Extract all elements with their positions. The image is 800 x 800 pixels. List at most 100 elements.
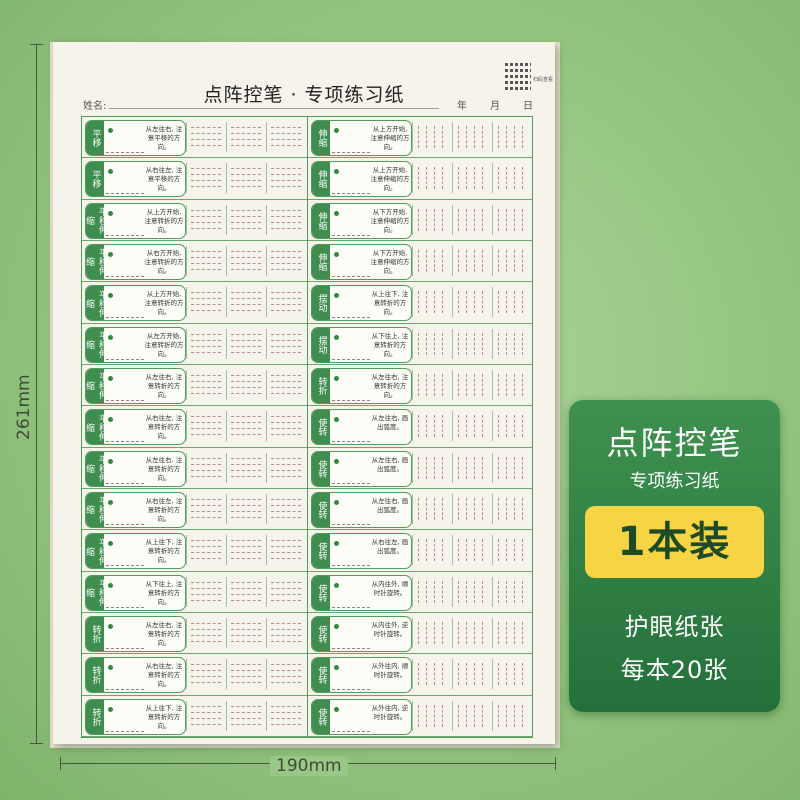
tracing-cell[interactable]: [266, 204, 305, 235]
dotted-guide-line: [474, 249, 475, 272]
tracing-cell[interactable]: [452, 122, 491, 152]
tracing-cell[interactable]: [266, 452, 305, 483]
dotted-guide-line: [231, 717, 261, 719]
tracing-cell[interactable]: [452, 617, 491, 648]
tracing-cell[interactable]: [186, 369, 225, 400]
tracing-cell[interactable]: [492, 452, 531, 483]
tracing-cell[interactable]: [226, 659, 265, 690]
tracing-cell[interactable]: [412, 700, 451, 731]
tracing-cell[interactable]: [266, 617, 305, 648]
dotted-guide-line: [434, 415, 435, 438]
tracing-cell[interactable]: [266, 700, 305, 731]
tracing-cell[interactable]: [226, 452, 265, 483]
tracing-cell[interactable]: [266, 122, 305, 152]
tracing-cell[interactable]: [492, 411, 531, 442]
tracing-cell[interactable]: [492, 245, 531, 276]
tracing-cell[interactable]: [186, 122, 225, 152]
tracing-cell[interactable]: [492, 163, 531, 194]
tracing-cell[interactable]: [186, 493, 225, 524]
tracing-cell[interactable]: [186, 328, 225, 359]
tracing-cell[interactable]: [452, 452, 491, 483]
tracing-cell[interactable]: [452, 576, 491, 607]
tracing-cell[interactable]: [186, 535, 225, 566]
tracing-cell[interactable]: [492, 287, 531, 318]
tracing-cell[interactable]: [452, 328, 491, 359]
tracing-cells: [412, 241, 533, 281]
tracing-cell[interactable]: [226, 328, 265, 359]
tracing-cell[interactable]: [186, 617, 225, 648]
tracing-cell[interactable]: [452, 493, 491, 524]
tracing-cell[interactable]: [226, 369, 265, 400]
tracing-cell[interactable]: [266, 659, 305, 690]
tracing-cell[interactable]: [412, 535, 451, 566]
tracing-cell[interactable]: [452, 163, 491, 194]
tracing-cell[interactable]: [412, 204, 451, 235]
tracing-cell[interactable]: [412, 411, 451, 442]
tracing-cell[interactable]: [186, 204, 225, 235]
tracing-cell[interactable]: [492, 122, 531, 152]
tracing-cell[interactable]: [452, 659, 491, 690]
tracing-cell[interactable]: [226, 287, 265, 318]
tracing-cell[interactable]: [492, 535, 531, 566]
tracing-cell[interactable]: [226, 204, 265, 235]
tracing-cell[interactable]: [186, 163, 225, 194]
tracing-cell[interactable]: [226, 493, 265, 524]
tracing-cell[interactable]: [412, 452, 451, 483]
tracing-cell[interactable]: [492, 493, 531, 524]
stroke-demo-icon: [332, 661, 370, 691]
tracing-cell[interactable]: [412, 369, 451, 400]
tracing-cell[interactable]: [186, 576, 225, 607]
tracing-cell[interactable]: [412, 493, 451, 524]
tracing-cell[interactable]: [186, 287, 225, 318]
tracing-cell[interactable]: [266, 369, 305, 400]
tracing-cell[interactable]: [452, 700, 491, 731]
tracing-cell[interactable]: [186, 452, 225, 483]
tracing-cell[interactable]: [226, 411, 265, 442]
tracing-cell[interactable]: [412, 659, 451, 690]
tracing-cell[interactable]: [452, 411, 491, 442]
tracing-cell[interactable]: [266, 245, 305, 276]
tracing-cell[interactable]: [186, 411, 225, 442]
tracing-cell[interactable]: [186, 700, 225, 731]
tracing-cell[interactable]: [492, 328, 531, 359]
tracing-cell[interactable]: [226, 122, 265, 152]
tracing-cell[interactable]: [186, 245, 225, 276]
tracing-cell[interactable]: [412, 576, 451, 607]
tracing-cell[interactable]: [492, 204, 531, 235]
tracing-cell[interactable]: [412, 163, 451, 194]
tracing-cell[interactable]: [186, 659, 225, 690]
tracing-cell[interactable]: [412, 245, 451, 276]
tracing-cell[interactable]: [226, 576, 265, 607]
tracing-cell[interactable]: [452, 204, 491, 235]
tracing-cell[interactable]: [266, 411, 305, 442]
tracing-cell[interactable]: [452, 535, 491, 566]
tracing-cell[interactable]: [226, 245, 265, 276]
tracing-cell[interactable]: [226, 617, 265, 648]
tracing-cell[interactable]: [492, 369, 531, 400]
tracing-cell[interactable]: [492, 659, 531, 690]
tracing-cell[interactable]: [266, 287, 305, 318]
tracing-cell[interactable]: [452, 287, 491, 318]
tracing-cell[interactable]: [492, 576, 531, 607]
tracing-cell[interactable]: [226, 535, 265, 566]
tracing-cell[interactable]: [492, 700, 531, 731]
dotted-guide-line: [418, 332, 419, 355]
exercise-instruction: 从上往下, 注意转折的方向。: [145, 538, 183, 565]
tracing-cell[interactable]: [226, 163, 265, 194]
stroke-demo-icon: [332, 331, 370, 360]
tracing-cell[interactable]: [266, 163, 305, 194]
tracing-cell[interactable]: [226, 700, 265, 731]
tracing-cell[interactable]: [266, 576, 305, 607]
stroke-type-tab: 转折: [86, 699, 104, 734]
tracing-cell[interactable]: [412, 122, 451, 152]
tracing-cell[interactable]: [266, 535, 305, 566]
tracing-cell[interactable]: [492, 617, 531, 648]
tracing-cell[interactable]: [452, 369, 491, 400]
tracing-cell[interactable]: [452, 245, 491, 276]
tracing-cell[interactable]: [266, 328, 305, 359]
tracing-cell[interactable]: [412, 287, 451, 318]
dotted-guide-line: [191, 292, 221, 294]
tracing-cell[interactable]: [412, 617, 451, 648]
tracing-cell[interactable]: [266, 493, 305, 524]
tracing-cell[interactable]: [412, 328, 451, 359]
